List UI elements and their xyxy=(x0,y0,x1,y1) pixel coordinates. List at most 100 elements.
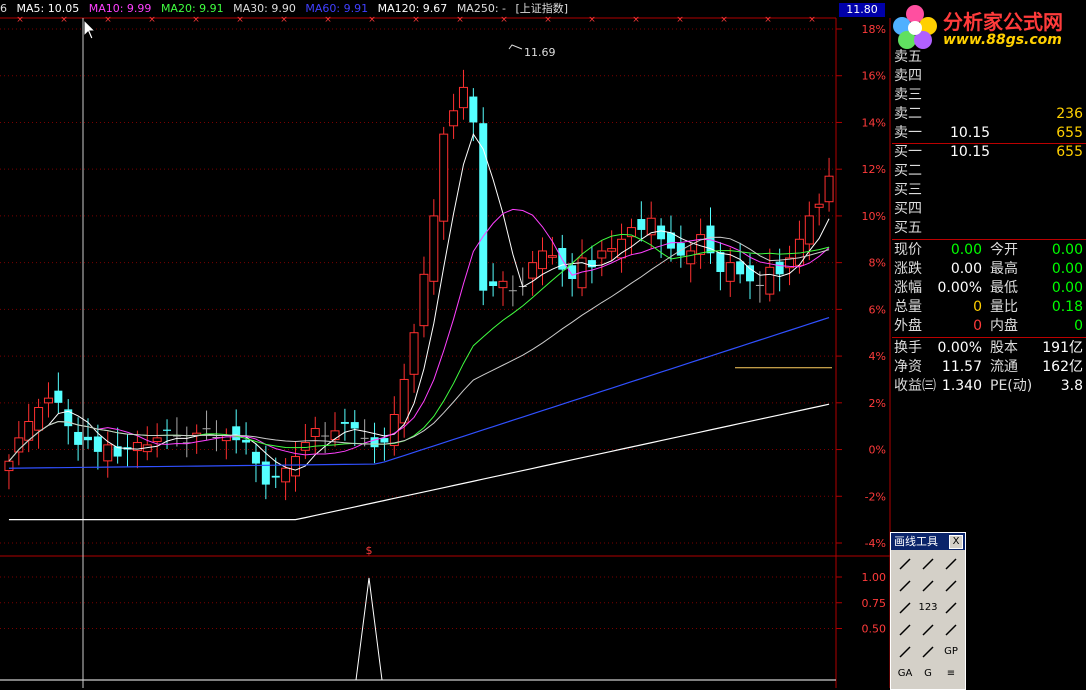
line-icon[interactable] xyxy=(917,553,939,574)
ma10-label: MA10: 9.99 xyxy=(88,2,152,15)
vline-icon[interactable] xyxy=(894,597,916,618)
stat-value: 0 xyxy=(1074,318,1083,334)
stat-label: 现价 xyxy=(894,242,922,258)
ma120-line xyxy=(8,403,830,521)
signal-marker: $ xyxy=(366,544,373,557)
trend-icon[interactable] xyxy=(917,619,939,640)
lower-tick-label: 0.75 xyxy=(862,597,887,610)
candle-down xyxy=(489,281,498,286)
tool-grid: 123 GP GA G ≡ xyxy=(891,550,965,687)
candle-up xyxy=(449,110,459,127)
stat-label: 量比 xyxy=(990,299,1018,315)
close-button[interactable]: X xyxy=(949,535,963,549)
ma30-label: MA30: 9.90 xyxy=(233,2,296,15)
y-tick-label: 12% xyxy=(862,163,886,176)
segment-icon[interactable] xyxy=(917,575,939,596)
stat-label: PE(动) xyxy=(990,378,1033,394)
sell_orders-row: 卖三 xyxy=(892,86,1086,105)
site-logo: 分析家公式网 www.88gs.com xyxy=(888,0,1086,54)
order-label: 卖三 xyxy=(894,87,922,103)
candle-down xyxy=(775,261,784,275)
index-label[interactable]: [上证指数] xyxy=(516,2,569,15)
arrow-icon[interactable] xyxy=(894,575,916,596)
stat-value: 11.57 xyxy=(941,359,982,375)
stat-value: 0.00% xyxy=(937,340,982,356)
candle-up xyxy=(686,250,696,265)
stat-value: 0.00 xyxy=(1051,280,1083,296)
candle-up xyxy=(34,406,44,431)
stat-label: 换手 xyxy=(894,340,922,356)
arc-icon[interactable] xyxy=(940,619,962,640)
order-label: 卖二 xyxy=(894,106,922,122)
sell_orders-row: 卖四 xyxy=(892,67,1086,86)
ma5-label: MA5: 10.05 xyxy=(16,2,80,15)
candle-down xyxy=(380,438,389,443)
candle-down xyxy=(666,232,675,249)
candle-up xyxy=(221,435,231,442)
logo-url[interactable]: www.88gs.com xyxy=(943,32,1062,48)
candle-down xyxy=(568,265,577,279)
candle-down xyxy=(755,284,764,286)
stat-row: 涨跌 0.00 最高 0.00 xyxy=(892,260,1086,279)
stat-label: 涨跌 xyxy=(894,261,922,277)
sell_orders-row: 卖二 236 xyxy=(892,105,1086,124)
y-tick-label: -4% xyxy=(865,537,886,550)
candle-up xyxy=(439,133,449,222)
hline-icon[interactable] xyxy=(940,575,962,596)
stat-value: 0.00 xyxy=(1051,261,1083,277)
channel-icon[interactable] xyxy=(940,597,962,618)
ray-icon[interactable] xyxy=(940,553,962,574)
no-icon[interactable] xyxy=(917,641,939,662)
order-volume: 655 xyxy=(1056,125,1083,141)
peak-arrow xyxy=(508,44,523,50)
peak-label: 11.69 xyxy=(524,46,556,59)
code-suffix: 6 xyxy=(0,2,7,15)
flower-logo-icon xyxy=(893,5,937,49)
candle-down xyxy=(232,426,241,441)
y-tick-label: 4% xyxy=(869,350,886,363)
g-icon[interactable]: G xyxy=(917,663,939,684)
candle-down xyxy=(350,422,359,429)
parallel-icon[interactable] xyxy=(894,619,916,640)
gp-icon[interactable]: GP xyxy=(940,641,962,662)
candle-down xyxy=(321,435,330,437)
buy_orders-row: 买二 xyxy=(892,162,1086,181)
candle-down xyxy=(736,261,745,275)
order-volume: 655 xyxy=(1056,144,1083,160)
toolbox-title[interactable]: 画线工具 X xyxy=(891,533,965,550)
list-icon[interactable]: ≡ xyxy=(940,663,962,684)
order-label: 买一 xyxy=(894,144,922,160)
stat-label: 总量 xyxy=(894,299,922,315)
stat-label: 流通 xyxy=(990,359,1018,375)
stat-value: 0.00 xyxy=(950,242,982,258)
candle-up xyxy=(281,467,291,483)
order-divider-2 xyxy=(892,239,1086,240)
drawing-toolbox[interactable]: 画线工具 X 123 GP GA G ≡ xyxy=(890,532,966,690)
y-tick-label: 10% xyxy=(862,210,886,223)
candle-down xyxy=(93,436,102,452)
signal-spike xyxy=(355,577,383,681)
lower-tick-label: 1.00 xyxy=(862,571,887,584)
stats-divider xyxy=(892,337,1086,338)
candle-up xyxy=(765,266,775,295)
stat-label: 涨幅 xyxy=(894,280,922,296)
candle-up xyxy=(399,378,409,424)
stat-label: 股本 xyxy=(990,340,1018,356)
buy_orders-row: 买四 xyxy=(892,200,1086,219)
fib-icon[interactable]: 123 xyxy=(917,597,939,618)
pointer-icon[interactable] xyxy=(894,553,916,574)
y-tick-label: 6% xyxy=(869,303,886,316)
candle-down xyxy=(469,96,478,123)
candle-up xyxy=(409,332,419,375)
candle-up xyxy=(725,262,735,282)
ga-icon[interactable]: GA xyxy=(894,663,916,684)
y-tick-label: 18% xyxy=(862,23,886,36)
order-label: 买三 xyxy=(894,182,922,198)
stat-row: 总量 0 量比 0.18 xyxy=(892,298,1086,317)
candle-down xyxy=(637,219,646,230)
candle-up xyxy=(528,262,538,279)
stat-value: 0.00 xyxy=(950,261,982,277)
candle-down xyxy=(340,421,349,424)
candle-down xyxy=(251,451,260,464)
circle-icon[interactable] xyxy=(894,641,916,662)
